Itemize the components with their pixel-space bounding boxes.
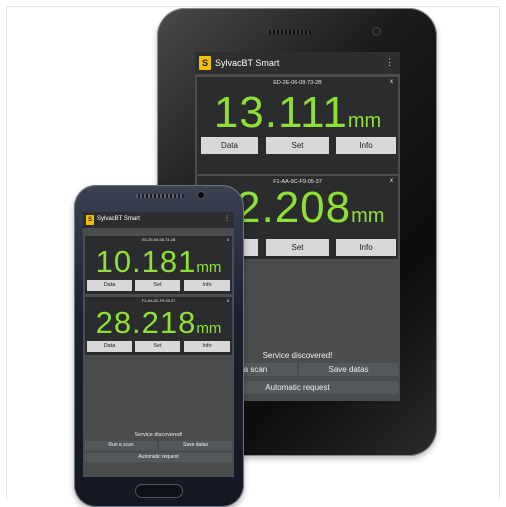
frame-line-left [6, 6, 7, 500]
run-scan-button[interactable]: Run a scan [85, 441, 157, 450]
data-button[interactable]: Data [87, 280, 132, 291]
measurement-value: 10.181 [95, 244, 197, 279]
set-button[interactable]: Set [135, 280, 180, 291]
measurement-value: 13.111 [213, 88, 348, 137]
phone-device: S SylvacBT Smart ⋮ ED-2E-06-08-73-2B x 1… [74, 185, 244, 507]
set-button[interactable]: Set [135, 341, 180, 352]
measurement-reading: 28.218mm [85, 307, 232, 344]
set-button[interactable]: Set [266, 137, 329, 154]
close-icon[interactable]: x [227, 237, 229, 242]
measurement-unit: mm [196, 320, 222, 337]
overflow-menu-icon[interactable]: ⋮ [224, 215, 230, 222]
device-panel: ED-2E-06-08-73-2B x 10.181mm Data Set In… [85, 236, 232, 294]
measurement-value: 28.218 [95, 305, 197, 340]
save-datas-button[interactable]: Save datas [159, 441, 232, 450]
tablet-speaker [267, 30, 311, 35]
device-address: ED-2E-06-08-73-2B [141, 238, 176, 242]
automatic-request-button[interactable]: Automatic request [85, 453, 232, 462]
measurement-reading: 13.111mm [197, 91, 398, 143]
phone-action-bar: S SylvacBT Smart ⋮ [83, 212, 234, 228]
app-title: SylvacBT Smart [97, 216, 140, 222]
data-button[interactable]: Data [87, 341, 132, 352]
app-logo-icon: S [199, 56, 211, 70]
device-address: ED-2E-06-08-73-2B [273, 80, 322, 86]
phone-camera [198, 192, 204, 198]
device-panel: ED-2E-06-08-73-2B x 13.111mm Data Set In… [197, 77, 398, 174]
info-button[interactable]: Info [184, 280, 230, 291]
device-panel: F1-AA-9C-F9-05-37 x 28.218mm Data Set In… [85, 297, 232, 355]
measurement-unit: mm [351, 205, 385, 227]
measurement-reading: 10.181mm [85, 246, 232, 283]
tablet-action-bar: S SylvacBT Smart ⋮ [195, 52, 400, 74]
home-button[interactable] [136, 485, 182, 497]
close-icon[interactable]: x [390, 178, 393, 184]
set-button[interactable]: Set [266, 239, 329, 256]
measurement-unit: mm [347, 110, 382, 132]
phone-screen: S SylvacBT Smart ⋮ ED-2E-06-08-73-2B x 1… [83, 212, 234, 477]
overflow-menu-icon[interactable]: ⋮ [385, 57, 394, 68]
device-address: F1-AA-9C-F9-05-37 [141, 299, 176, 303]
data-button[interactable]: Data [201, 137, 258, 154]
info-button[interactable]: Info [336, 239, 396, 256]
phone-speaker [136, 194, 184, 198]
tablet-camera [373, 28, 380, 35]
frame-line-top [6, 6, 500, 7]
info-button[interactable]: Info [336, 137, 396, 154]
info-button[interactable]: Info [184, 341, 230, 352]
close-icon[interactable]: x [227, 298, 229, 303]
measurement-unit: mm [196, 259, 222, 276]
status-text: Service discovered! [134, 432, 183, 438]
save-datas-button[interactable]: Save datas [299, 363, 398, 376]
app-logo-icon: S [86, 215, 94, 225]
close-icon[interactable]: x [390, 79, 393, 85]
app-title: SylvacBT Smart [215, 58, 280, 68]
frame-line-right [499, 6, 500, 500]
